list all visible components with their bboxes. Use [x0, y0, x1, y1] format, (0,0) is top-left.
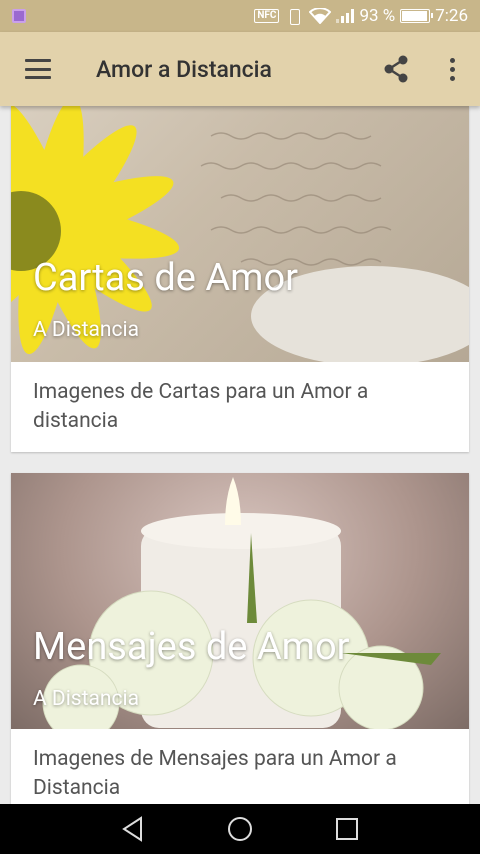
- card-description: Imagenes de Cartas para un Amor a distan…: [33, 380, 369, 433]
- card-mensajes[interactable]: Mensajes de Amor A Distancia Imagenes de…: [11, 473, 469, 804]
- app-bar: Amor a Distancia: [0, 32, 480, 106]
- notification-icon: [12, 9, 26, 23]
- clock: 7:26: [435, 6, 468, 26]
- share-icon: [384, 55, 408, 83]
- more-icon: [449, 57, 455, 81]
- card-subtitle: A Distancia: [33, 687, 140, 711]
- card-image-candle-roses[interactable]: Mensajes de Amor A Distancia: [11, 473, 469, 729]
- card-description: Imagenes de Mensajes para un Amor a Dist…: [33, 747, 397, 800]
- status-bar: NFC 93 % 7:26: [0, 0, 480, 32]
- battery-icon: [400, 9, 434, 23]
- more-options-button[interactable]: [424, 32, 480, 106]
- card-title: Mensajes de Amor: [33, 625, 350, 669]
- back-button[interactable]: [113, 809, 153, 849]
- card-list[interactable]: Cartas de Amor A Distancia Imagenes de C…: [0, 106, 480, 804]
- card-subtitle: A Distancia: [33, 318, 140, 342]
- recents-button[interactable]: [327, 809, 367, 849]
- card-image-letters-flower[interactable]: Cartas de Amor A Distancia: [11, 106, 469, 362]
- home-icon: [227, 817, 252, 841]
- battery-percent: 93 %: [359, 6, 396, 26]
- signal-icon: [336, 9, 355, 23]
- menu-button[interactable]: [0, 32, 76, 106]
- navigation-bar: [0, 804, 480, 854]
- menu-icon: [25, 59, 51, 79]
- nfc-icon: NFC: [254, 9, 280, 23]
- back-icon: [122, 816, 143, 842]
- card-title: Cartas de Amor: [33, 256, 299, 300]
- recents-icon: [335, 818, 358, 840]
- share-button[interactable]: [368, 32, 424, 106]
- wifi-icon: [309, 8, 332, 24]
- vibrate-icon: [284, 9, 304, 25]
- card-cartas[interactable]: Cartas de Amor A Distancia Imagenes de C…: [11, 106, 469, 452]
- app-title: Amor a Distancia: [96, 55, 272, 83]
- home-button[interactable]: [220, 809, 260, 849]
